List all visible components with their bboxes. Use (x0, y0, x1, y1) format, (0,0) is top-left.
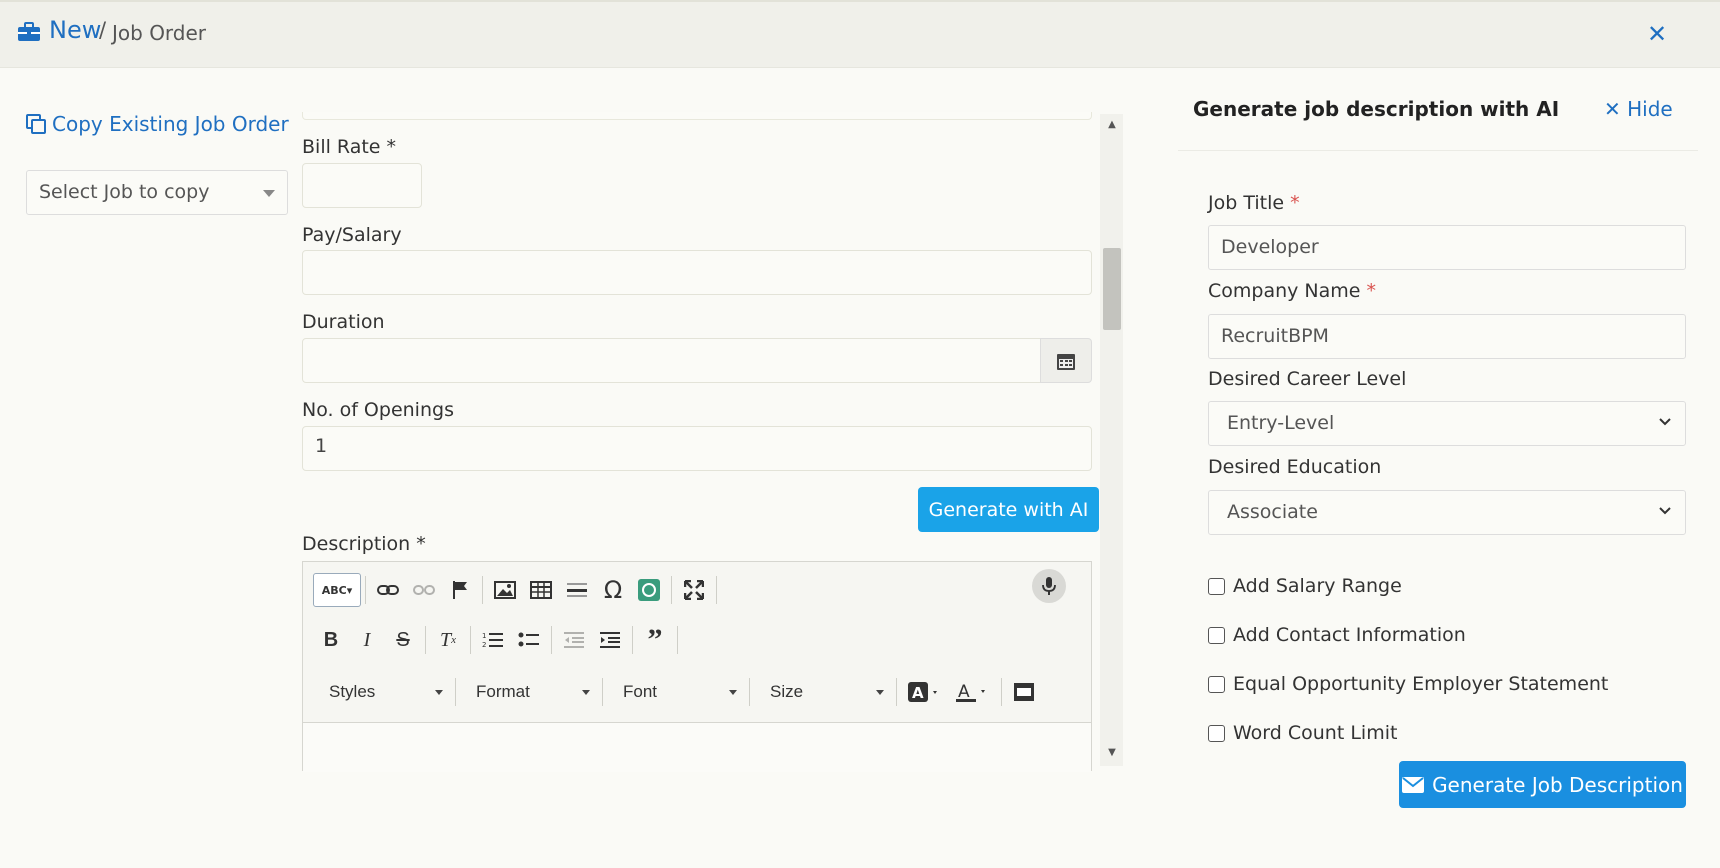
bold-icon[interactable]: B (313, 623, 349, 657)
briefcase-icon (18, 22, 40, 41)
scroll-down-arrow-icon[interactable]: ▼ (1103, 742, 1121, 764)
calendar-button[interactable] (1040, 338, 1092, 383)
copy-existing-job-link[interactable]: Copy Existing Job Order (26, 112, 289, 136)
bullet-list-icon[interactable] (511, 623, 547, 657)
maximize-icon[interactable] (676, 573, 712, 607)
chevron-down-icon (1659, 418, 1671, 426)
anchor-flag-icon[interactable] (442, 573, 478, 607)
spellcheck-icon[interactable]: ABC▾ (313, 573, 361, 607)
svg-text:1: 1 (482, 632, 486, 640)
generate-with-ai-button[interactable]: Generate with AI (918, 487, 1099, 532)
job-title-input[interactable]: Developer (1208, 225, 1686, 270)
format-combo[interactable]: Format (460, 676, 598, 708)
editor-toolbar-row-3: Styles Format Font Size A A (313, 675, 1042, 709)
image-icon[interactable] (487, 573, 523, 607)
strikethrough-icon[interactable]: S (385, 623, 421, 657)
editor-toolbar-row-2: B I S Tx 12 ” (313, 623, 682, 657)
scroll-up-arrow-icon[interactable]: ▲ (1103, 114, 1121, 136)
add-salary-range-checkbox[interactable] (1208, 577, 1225, 595)
italic-icon[interactable]: I (349, 623, 385, 657)
ai-assistant-icon[interactable] (631, 573, 667, 607)
company-name-label: Company Name * (1208, 280, 1377, 302)
close-icon: ✕ (1604, 97, 1621, 121)
caret-down-icon (263, 190, 275, 197)
career-level-label: Desired Career Level (1208, 368, 1407, 390)
generate-job-description-label: Generate Job Description (1432, 772, 1683, 797)
editor-toolbar-row-1: ABC▾ Ω (313, 573, 721, 607)
page-title: Job Order (112, 21, 207, 45)
calendar-icon (1057, 353, 1075, 370)
ai-panel-title: Generate job description with AI (1193, 97, 1560, 121)
top-cut-input (302, 112, 1092, 120)
duration-label: Duration (302, 311, 385, 333)
numbered-list-icon[interactable]: 12 (475, 623, 511, 657)
microphone-button[interactable] (1032, 569, 1066, 603)
add-contact-info-label: Add Contact Information (1233, 624, 1466, 646)
svg-text:A: A (912, 684, 924, 702)
add-salary-range-label: Add Salary Range (1233, 575, 1402, 597)
openings-input[interactable]: 1 (302, 426, 1092, 471)
word-count-limit-checkbox[interactable] (1208, 724, 1225, 742)
copy-existing-job-label: Copy Existing Job Order (52, 112, 289, 136)
background-color-icon[interactable]: A (901, 675, 949, 709)
microphone-icon (1042, 577, 1056, 595)
eeo-statement-option[interactable]: Equal Opportunity Employer Statement (1208, 673, 1608, 695)
eeo-statement-checkbox[interactable] (1208, 675, 1225, 693)
education-label: Desired Education (1208, 456, 1382, 478)
copy-icon (26, 114, 46, 134)
add-salary-range-option[interactable]: Add Salary Range (1208, 575, 1402, 597)
add-contact-info-option[interactable]: Add Contact Information (1208, 624, 1466, 646)
text-color-icon[interactable]: A (949, 675, 997, 709)
career-level-value: Entry-Level (1227, 412, 1335, 434)
link-icon[interactable] (370, 573, 406, 607)
breadcrumb-separator: / (99, 18, 107, 42)
horizontal-line-icon[interactable] (559, 573, 595, 607)
select-job-placeholder: Select Job to copy (39, 181, 210, 203)
company-name-input[interactable]: RecruitBPM (1208, 314, 1686, 359)
generate-job-description-button[interactable]: Generate Job Description (1399, 761, 1686, 808)
envelope-icon (1402, 776, 1425, 793)
career-level-select[interactable]: Entry-Level (1208, 401, 1686, 446)
openings-label: No. of Openings (302, 399, 454, 421)
add-contact-info-checkbox[interactable] (1208, 626, 1225, 644)
pay-salary-label: Pay/Salary (302, 224, 402, 246)
special-char-icon[interactable]: Ω (595, 573, 631, 607)
scroll-thumb[interactable] (1103, 248, 1121, 330)
education-select[interactable]: Associate (1208, 490, 1686, 535)
bill-rate-input[interactable] (302, 163, 422, 208)
breadcrumb-new[interactable]: New (49, 16, 101, 44)
hide-panel-link[interactable]: ✕ Hide (1604, 97, 1673, 121)
hide-label: Hide (1627, 97, 1673, 121)
editor-content-area[interactable] (303, 722, 1091, 772)
size-combo[interactable]: Size (754, 676, 892, 708)
bill-rate-label: Bill Rate * (302, 136, 397, 158)
education-value: Associate (1227, 501, 1318, 523)
chevron-down-icon (1659, 507, 1671, 515)
eeo-statement-label: Equal Opportunity Employer Statement (1233, 673, 1609, 695)
blockquote-icon[interactable]: ” (637, 623, 673, 657)
job-title-label: Job Title * (1208, 192, 1300, 214)
duration-input[interactable] (302, 338, 1042, 383)
word-count-limit-label: Word Count Limit (1233, 722, 1398, 744)
description-label: Description * (302, 533, 426, 555)
unlink-icon[interactable] (406, 573, 442, 607)
panel-divider (1178, 150, 1698, 151)
template-icon[interactable] (1006, 675, 1042, 709)
table-icon[interactable] (523, 573, 559, 607)
description-editor: ABC▾ Ω B I S T x 1 2 ” Styles Format Fon… (302, 561, 1092, 772)
indent-icon[interactable] (592, 623, 628, 657)
font-combo[interactable]: Font (607, 676, 745, 708)
outdent-icon[interactable] (556, 623, 592, 657)
close-icon[interactable]: ✕ (1647, 20, 1667, 48)
word-count-limit-option[interactable]: Word Count Limit (1208, 722, 1397, 744)
form-scrollbar[interactable] (1100, 114, 1123, 766)
pay-salary-input[interactable] (302, 250, 1092, 295)
styles-combo[interactable]: Styles (313, 676, 451, 708)
svg-text:2: 2 (482, 641, 486, 649)
remove-format-icon[interactable]: Tx (430, 623, 466, 657)
modal-header (0, 0, 1720, 68)
select-job-to-copy[interactable]: Select Job to copy (26, 170, 288, 215)
